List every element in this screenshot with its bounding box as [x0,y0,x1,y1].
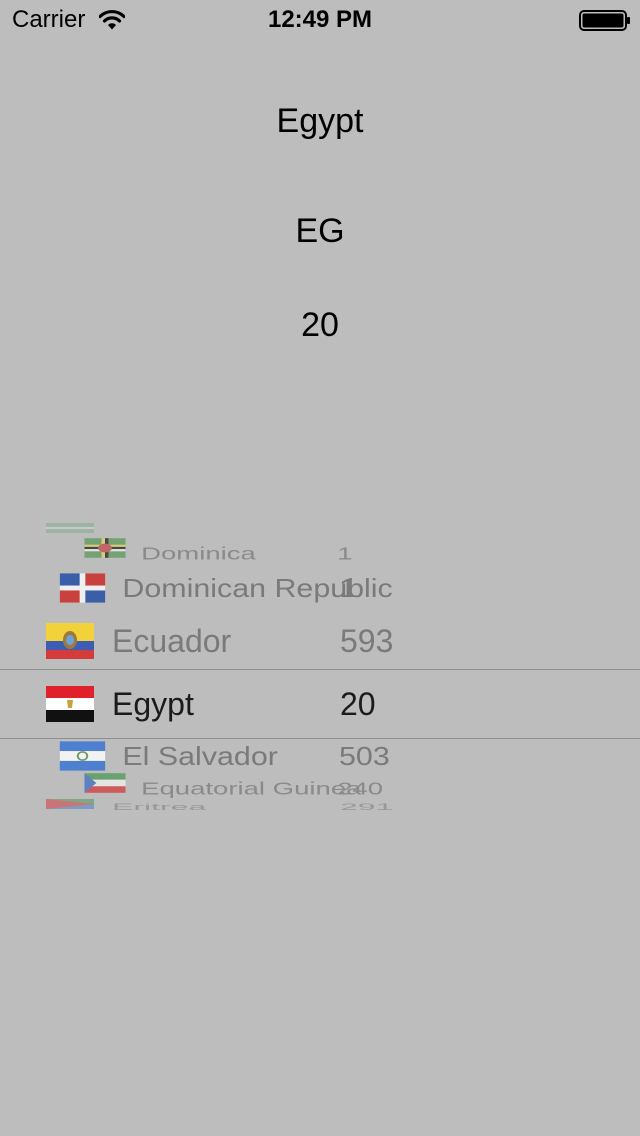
flag-icon [46,522,94,534]
country-code-label: EG [295,212,345,250]
picker-row[interactable]: Dominican Republic 1 [16,562,624,614]
dominica-flag-icon [84,538,126,558]
egypt-flag-icon [46,686,94,722]
country-name-label: Egypt [276,102,364,140]
status-bar: Carrier 12:49 PM [0,0,640,40]
ecuador-flag-icon [46,623,94,659]
country-name: Egypt [112,686,194,722]
dial-code: 291 [340,801,394,812]
picker-row[interactable]: Ecuador 593 [0,609,640,673]
picker-row[interactable]: Eritrea 291 [0,798,640,812]
picker-row[interactable]: Dominica 1 [45,536,595,563]
battery-icon [579,10,630,31]
picker-row[interactable]: Equatorial Guinea 240 [45,771,595,798]
dial-code: 1 [339,573,356,603]
clock: 12:49 PM [267,6,373,33]
eritrea-flag-icon [46,798,94,810]
picker-selection-line-top [0,669,640,670]
picker-row-selected[interactable]: Egypt 20 [0,672,640,736]
dominican-republic-flag-icon [59,573,106,603]
dial-code: 20 [340,686,376,722]
equatorial-guinea-flag-icon [84,773,126,793]
picker-row-clipped-top [0,522,640,534]
dial-code: 593 [340,623,394,659]
country-name: Ecuador [112,623,232,659]
picker-selection-line-bottom [0,738,640,739]
country-name: Eritrea [112,801,207,812]
dial-code-label: 20 [301,306,339,344]
el-salvador-flag-icon [59,741,106,771]
country-picker[interactable]: Dominica 1 Dominican Republic 1 Ecuador … [0,520,640,882]
